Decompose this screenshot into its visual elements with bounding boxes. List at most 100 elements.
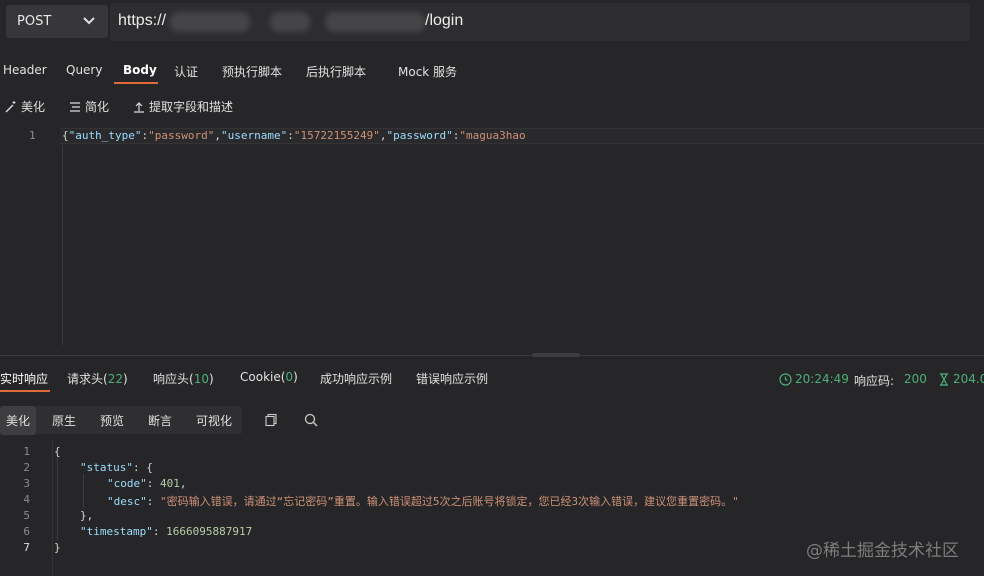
json-key: "auth_type" (68, 129, 142, 142)
url-redacted (170, 12, 250, 32)
method-label: POST (17, 14, 52, 29)
json-line: "status": { (80, 461, 153, 474)
json-punct: : { (132, 461, 153, 474)
url-redacted (270, 12, 310, 32)
json-string: "密码输入错误，请通过“忘记密码”重置。输入错误超过5次之后账号将锁定，您已经3… (160, 495, 739, 508)
json-line: "desc": "密码输入错误，请通过“忘记密码”重置。输入错误超过5次之后账号… (107, 493, 739, 509)
search-icon[interactable] (304, 413, 318, 427)
indent-guide (57, 458, 58, 540)
response-time: 20:24:49 (779, 372, 849, 386)
status-label: 响应码: (854, 374, 895, 388)
extract-fields-button[interactable]: 提取字段和描述 (132, 98, 233, 115)
json-line: "timestamp": 1666095887917 (80, 525, 252, 538)
tab-cookie[interactable]: Cookie(0) (240, 370, 298, 384)
json-key: "timestamp" (80, 525, 153, 538)
chevron-down-icon (83, 17, 95, 25)
url-input[interactable]: https:// /login (110, 3, 970, 41)
copy-icon[interactable] (264, 413, 278, 427)
line-number: 4 (23, 493, 30, 506)
line-number: 7 (23, 541, 30, 554)
json-punct: , (179, 477, 187, 490)
upload-icon (134, 101, 144, 113)
view-assert[interactable]: 断言 (148, 412, 172, 429)
tab-mock[interactable]: Mock 服务 (398, 63, 457, 80)
list-icon (70, 101, 80, 112)
json-line: { (54, 445, 61, 458)
json-key: "status" (80, 461, 133, 474)
line-number: 5 (23, 509, 30, 522)
json-line: "code": 401, (107, 477, 187, 490)
json-brace: { (54, 445, 61, 458)
view-raw[interactable]: 原生 (52, 412, 76, 429)
tab-realtime-response[interactable]: 实时响应 (0, 370, 48, 387)
json-punct: : (152, 525, 167, 538)
json-string: "15722155249" (293, 129, 380, 142)
json-punct: , (379, 129, 387, 142)
active-tab-indicator (114, 82, 158, 84)
method-select[interactable]: POST (6, 5, 108, 38)
json-punct: { (62, 129, 69, 142)
view-visualize[interactable]: 可视化 (196, 412, 232, 429)
tab-request-headers[interactable]: 请求头(22) (67, 370, 128, 387)
gutter-divider (62, 145, 63, 345)
tab-auth[interactable]: 认证 (174, 63, 198, 80)
tab-label: 请求头( (67, 372, 108, 386)
view-preview[interactable]: 预览 (100, 412, 124, 429)
tab-header[interactable]: Header (3, 63, 47, 77)
hourglass-icon (940, 372, 948, 386)
gutter-divider (52, 440, 53, 576)
close-paren: ) (293, 370, 298, 384)
url-bar: POST https:// /login (0, 0, 984, 50)
beautify-label: 美化 (21, 100, 46, 114)
simplify-button[interactable]: 简化 (68, 98, 109, 115)
json-line: } (54, 541, 61, 554)
url-suffix: /login (425, 12, 464, 29)
json-line: }, (80, 509, 93, 522)
count-badge: 10 (193, 372, 209, 386)
request-body-editor[interactable]: {"auth_type":"password","username":"1572… (62, 129, 526, 142)
clock-icon (779, 372, 792, 386)
view-beautify[interactable]: 美化 (0, 406, 37, 435)
response-duration: 204.0 (938, 372, 984, 386)
tab-error-example[interactable]: 错误响应示例 (416, 370, 488, 387)
line-number: 1 (23, 445, 30, 458)
json-key: "desc" (107, 495, 147, 508)
tab-label: 响应头( (153, 372, 194, 386)
json-string: "password" (148, 129, 215, 142)
tab-pre-script[interactable]: 预执行脚本 (222, 63, 282, 80)
json-key: "username" (220, 129, 288, 142)
json-key: "code" (107, 477, 147, 490)
json-punct: : (146, 495, 160, 508)
json-punct: , (214, 129, 221, 142)
resize-handle[interactable] (532, 353, 580, 357)
tab-post-script[interactable]: 后执行脚本 (306, 63, 366, 80)
json-punct: }, (80, 509, 94, 522)
tab-response-headers[interactable]: 响应头(10) (153, 370, 214, 387)
simplify-label: 简化 (85, 100, 110, 114)
magic-wand-icon (5, 100, 16, 112)
status-code: 200 (904, 372, 927, 386)
tab-query[interactable]: Query (66, 63, 102, 77)
tab-body[interactable]: Body (123, 63, 157, 77)
url-redacted (325, 12, 425, 32)
line-number: 2 (23, 461, 30, 474)
json-key: "password" (386, 129, 453, 142)
close-paren: ) (122, 372, 128, 386)
duration-value: 204.0 (953, 372, 984, 386)
line-number: 6 (23, 525, 30, 538)
json-number: 401 (160, 477, 180, 490)
count-badge: 0 (285, 370, 294, 384)
pane-splitter (0, 355, 984, 356)
active-response-tab-indicator (0, 390, 50, 392)
json-brace: } (54, 541, 61, 554)
time-value: 20:24:49 (795, 372, 849, 386)
close-paren: ) (208, 372, 214, 386)
tab-success-example[interactable]: 成功响应示例 (320, 370, 392, 387)
json-punct: : (287, 129, 294, 142)
line-number: 3 (23, 477, 30, 490)
extract-label: 提取字段和描述 (149, 100, 234, 114)
watermark: @稀土掘金技术社区 (806, 541, 959, 561)
tab-label: Cookie( (240, 370, 286, 384)
indent-guide (83, 474, 84, 508)
beautify-button[interactable]: 美化 (4, 98, 45, 115)
